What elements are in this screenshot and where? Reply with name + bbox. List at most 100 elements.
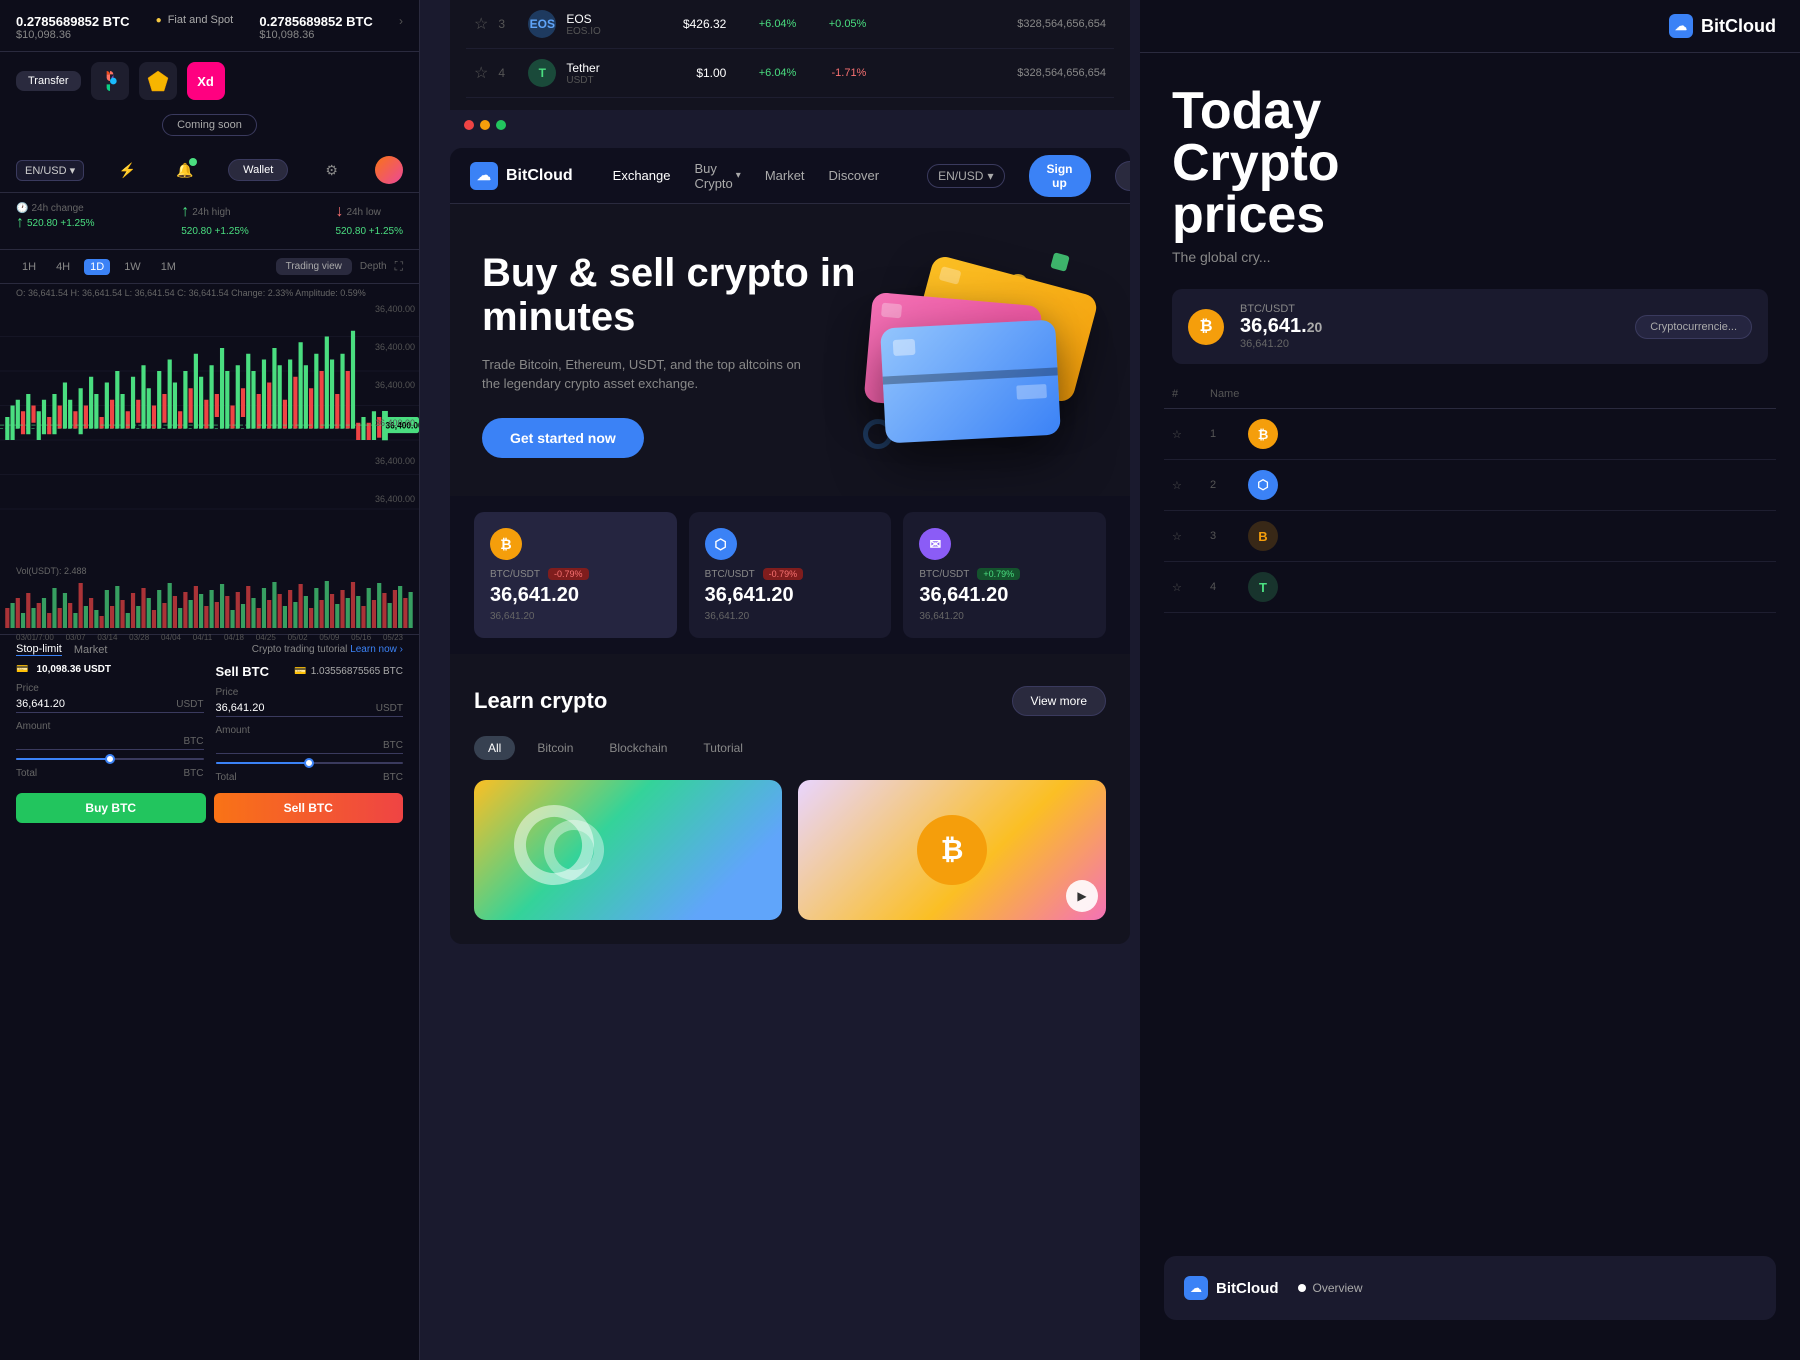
- filter-bitcoin[interactable]: Bitcoin: [523, 736, 587, 760]
- sell-btc-button[interactable]: Sell BTC: [214, 793, 404, 823]
- btc-pair: BTC/USDT: [490, 569, 540, 580]
- star-rt-4[interactable]: ☆: [1172, 581, 1202, 594]
- coming-soon-button[interactable]: Coming soon: [162, 114, 257, 136]
- learn-now-link[interactable]: Learn now ›: [350, 644, 403, 655]
- buy-slider[interactable]: [16, 758, 204, 760]
- row-num-rt-2: 2: [1210, 479, 1240, 491]
- tether-coin-icon: T: [528, 59, 556, 87]
- price-input[interactable]: 36,641.20 USDT: [16, 696, 204, 713]
- depth-button[interactable]: Depth: [360, 261, 387, 272]
- nav-exchange[interactable]: Exchange: [613, 168, 671, 183]
- tf-1h[interactable]: 1H: [16, 259, 42, 275]
- buy-btc-button[interactable]: Buy BTC: [16, 793, 206, 823]
- msg-pair-row: BTC/USDT +0.79%: [919, 568, 1090, 580]
- right-table-row-2[interactable]: ☆ 2 ⬡: [1164, 460, 1776, 511]
- eth-rt-icon: ⬡: [1248, 470, 1278, 500]
- btcusdt-pair: BTC/USDT: [1240, 303, 1619, 315]
- figma-icon[interactable]: [91, 62, 129, 100]
- sell-price-value: 36,641.20: [216, 702, 265, 714]
- sell-price-label: Price: [216, 687, 404, 698]
- sell-price-unit: USDT: [376, 703, 403, 714]
- nav-lang-selector[interactable]: EN/USD ▾: [927, 164, 1004, 188]
- star-rt-3[interactable]: ☆: [1172, 530, 1202, 543]
- learn-section: Learn crypto View more All Bitcoin Block…: [450, 654, 1130, 944]
- price-card-msg[interactable]: ✉ BTC/USDT +0.79% 36,641.20 36,641.20: [903, 512, 1106, 638]
- order-types-row: Stop-limit Market Crypto trading tutoria…: [16, 643, 403, 656]
- price-card-btc[interactable]: ₿ BTC/USDT -0.79% 36,641.20 36,641.20: [474, 512, 677, 638]
- btcusdt-price: 36,641.20: [1240, 315, 1619, 338]
- trading-view-button[interactable]: Trading view: [276, 258, 352, 275]
- language-selector[interactable]: EN/USD ▾: [16, 160, 84, 181]
- filter-tutorial[interactable]: Tutorial: [689, 736, 757, 760]
- play-button-overlay[interactable]: ▶: [1066, 880, 1098, 912]
- nav-discover[interactable]: Discover: [829, 168, 880, 183]
- price-card-eth[interactable]: ⬡ BTC/USDT -0.79% 36,641.20 36,641.20: [689, 512, 892, 638]
- signup-button[interactable]: Sign up: [1029, 155, 1091, 197]
- tether-change1: +6.04%: [736, 67, 796, 79]
- star-3[interactable]: ☆: [474, 14, 488, 34]
- card-cvv: [1016, 384, 1047, 400]
- tf-1m[interactable]: 1M: [155, 259, 182, 275]
- xd-icon[interactable]: Xd: [187, 62, 225, 100]
- stat-24h-change: 🕐 24h change ↑ 520.80 +1.25%: [16, 203, 95, 239]
- bnb-rt-icon: B: [1248, 521, 1278, 551]
- window-minimize-dot[interactable]: [480, 120, 490, 130]
- window-close-dot[interactable]: [464, 120, 474, 130]
- cryptocurrencies-button[interactable]: Cryptocurrencie...: [1635, 315, 1752, 339]
- amount-input[interactable]: BTC: [16, 734, 204, 750]
- settings-button[interactable]: ⚙: [318, 156, 346, 184]
- price-chart: 36,400.00: [0, 302, 419, 532]
- nav-buy-crypto[interactable]: Buy Crypto ▾: [694, 161, 740, 191]
- avatar[interactable]: [375, 156, 403, 184]
- btcusdt-card[interactable]: ₿ BTC/USDT 36,641.20 36,641.20 Cryptocur…: [1172, 289, 1768, 364]
- next-arrow[interactable]: ›: [399, 14, 403, 28]
- sell-slider[interactable]: [216, 762, 404, 764]
- tutorial-link: Crypto trading tutorial Learn now ›: [252, 644, 403, 655]
- star-4[interactable]: ☆: [474, 63, 488, 83]
- lightning-button[interactable]: ⚡: [113, 156, 141, 184]
- usdt-balance-value: 10,098.36 USDT: [36, 664, 111, 675]
- total-unit: BTC: [184, 768, 204, 779]
- right-table-row-1[interactable]: ☆ 1 ₿: [1164, 409, 1776, 460]
- filter-all[interactable]: All: [474, 736, 515, 760]
- eth-pc-sub: 36,641.20: [705, 611, 876, 622]
- msg-price-icon: ✉: [919, 528, 951, 560]
- bitcloud-logo: ☁ BitCloud: [470, 162, 573, 190]
- right-table-row-3[interactable]: ☆ 3 B: [1164, 511, 1776, 562]
- sell-amount-input[interactable]: BTC: [216, 738, 404, 754]
- nav-market[interactable]: Market: [765, 168, 805, 183]
- stat-24h-low: ↓ 24h low 520.80 +1.25%: [335, 203, 403, 239]
- buy-column: 💳 10,098.36 USDT Price 36,641.20 USDT Am…: [16, 664, 204, 783]
- tf-4h[interactable]: 4H: [50, 259, 76, 275]
- stop-limit-button[interactable]: Stop-limit: [16, 643, 62, 656]
- sell-slider-track: [216, 762, 404, 764]
- market-button[interactable]: Market: [74, 644, 108, 656]
- learn-card-1[interactable]: [474, 780, 782, 920]
- tf-1w[interactable]: 1W: [118, 259, 147, 275]
- slider-thumb: [105, 754, 115, 764]
- eos-mktcap: $328,564,656,654: [1017, 18, 1106, 30]
- login-button[interactable]: Login: [1115, 161, 1131, 191]
- row-num-3: 3: [498, 17, 518, 31]
- row-num-4: 4: [498, 66, 518, 80]
- get-started-button[interactable]: Get started now: [482, 418, 644, 458]
- wallet-button[interactable]: Wallet: [228, 159, 288, 181]
- sketch-icon[interactable]: [139, 62, 177, 100]
- sell-price-input[interactable]: 36,641.20 USDT: [216, 700, 404, 717]
- change-up-arrow: ↑: [16, 214, 24, 232]
- expand-button[interactable]: ⛶: [395, 259, 403, 274]
- notification-button[interactable]: 🔔: [171, 156, 199, 184]
- transfer-button[interactable]: Transfer: [16, 71, 81, 91]
- filter-blockchain[interactable]: Blockchain: [595, 736, 681, 760]
- window-maximize-dot[interactable]: [496, 120, 506, 130]
- sell-total-unit: BTC: [383, 772, 403, 783]
- right-table-row-4[interactable]: ☆ 4 T: [1164, 562, 1776, 613]
- tf-1d[interactable]: 1D: [84, 259, 110, 275]
- low-arrow: ↓: [335, 203, 343, 221]
- overview-item[interactable]: Overview: [1298, 1281, 1362, 1295]
- eth-pc-price: 36,641.20: [705, 584, 876, 607]
- view-more-button[interactable]: View more: [1012, 686, 1106, 716]
- learn-card-2[interactable]: ₿ ▶: [798, 780, 1106, 920]
- star-rt-2[interactable]: ☆: [1172, 479, 1202, 492]
- star-rt-1[interactable]: ☆: [1172, 428, 1202, 441]
